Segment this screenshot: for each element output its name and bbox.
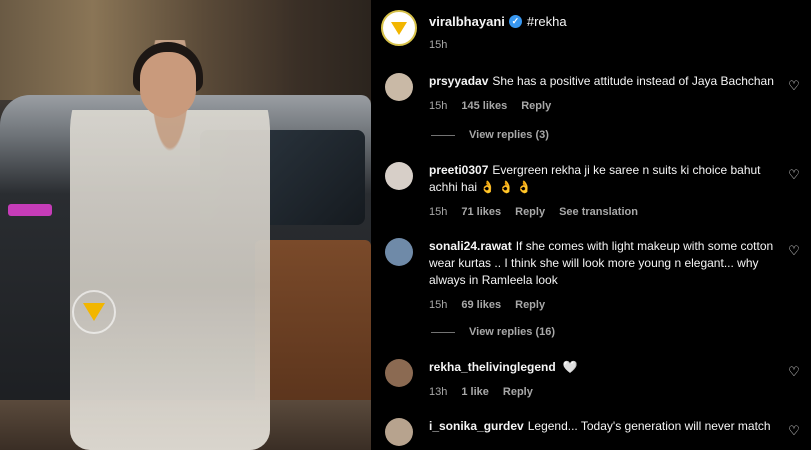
see-translation-button[interactable]: See translation: [559, 204, 638, 221]
comment-likes[interactable]: 71 likes: [461, 204, 501, 221]
heart-outline-icon[interactable]: ♡: [787, 79, 801, 93]
comment-likes[interactable]: 145 likes: [461, 98, 507, 115]
comment-likes[interactable]: 69 likes: [461, 297, 501, 314]
post-timestamp: 15h: [429, 39, 448, 51]
comment-reply-button[interactable]: Reply: [521, 98, 551, 115]
comment-time: 15h: [429, 100, 448, 112]
author-avatar[interactable]: [381, 10, 417, 46]
post-caption[interactable]: #rekha: [527, 14, 567, 29]
comment-text: She has a positive attitude instead of J…: [492, 74, 774, 88]
comment-time: 13h: [429, 386, 448, 398]
media-person-face: [140, 52, 196, 118]
brand-logo-icon: [391, 21, 407, 35]
comment-username[interactable]: rekha_thelivinglegend: [429, 360, 556, 374]
commenter-avatar[interactable]: [385, 162, 413, 190]
replies-divider: [431, 134, 455, 136]
comment-likes[interactable]: 1 like: [461, 384, 489, 401]
media-car-door: [255, 240, 371, 410]
post-header: viralbhayani ✓ #rekha 15h: [381, 10, 567, 51]
comment-username[interactable]: preeti0307: [429, 163, 488, 177]
view-replies-button[interactable]: View replies (16): [431, 326, 555, 338]
brand-watermark-icon: [72, 290, 116, 334]
view-replies-label: View replies (16): [469, 326, 556, 338]
view-replies-label: View replies (3): [469, 129, 549, 141]
verified-badge-icon: ✓: [508, 15, 522, 28]
comment-time: 15h: [429, 299, 448, 311]
comment-username[interactable]: sonali24.rawat: [429, 239, 512, 253]
media-sticker: [8, 204, 52, 216]
comment-reply-button[interactable]: Reply: [515, 297, 545, 314]
comment-text: Legend... Today's generation will never …: [527, 419, 771, 433]
heart-outline-icon[interactable]: ♡: [787, 244, 801, 258]
post-media[interactable]: [0, 0, 371, 450]
comments-panel: viralbhayani ✓ #rekha 15h prsyyadav She h…: [371, 0, 811, 450]
author-username[interactable]: viralbhayani: [429, 14, 505, 29]
replies-divider: [431, 331, 455, 333]
comment-username[interactable]: i_sonika_gurdev: [429, 419, 524, 433]
heart-outline-icon[interactable]: ♡: [787, 168, 801, 182]
view-replies-button[interactable]: View replies (3): [431, 129, 549, 141]
commenter-avatar[interactable]: [385, 73, 413, 101]
comment-reply-button[interactable]: Reply: [515, 204, 545, 221]
comment-time: 15h: [429, 206, 448, 218]
heart-outline-icon[interactable]: ♡: [787, 365, 801, 379]
comment-text: 🤍: [562, 360, 578, 374]
heart-outline-icon[interactable]: ♡: [787, 424, 801, 438]
comment-reply-button[interactable]: Reply: [503, 384, 533, 401]
comment-username[interactable]: prsyyadav: [429, 74, 488, 88]
commenter-avatar[interactable]: [385, 238, 413, 266]
commenter-avatar[interactable]: [385, 359, 413, 387]
commenter-avatar[interactable]: [385, 418, 413, 446]
